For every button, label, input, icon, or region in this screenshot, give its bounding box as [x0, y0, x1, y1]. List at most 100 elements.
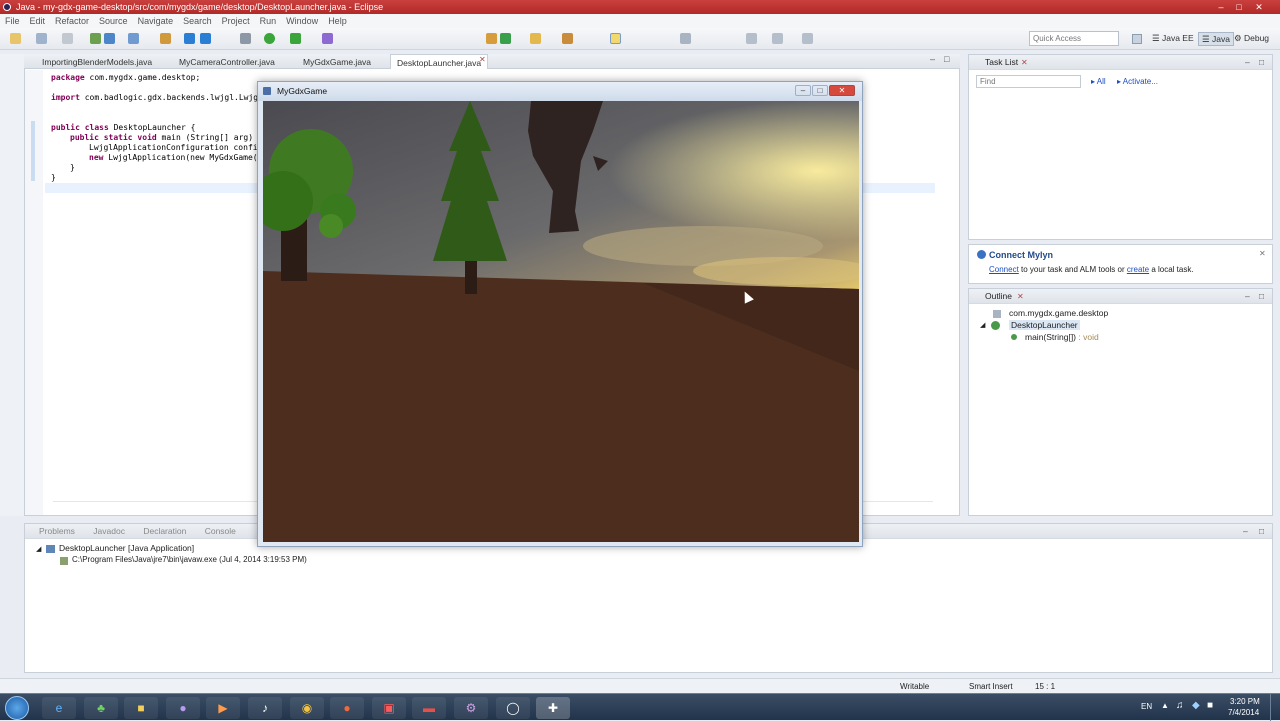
obs-icon[interactable]: ◯: [496, 697, 530, 719]
tab-javadoc[interactable]: Javadoc: [85, 526, 133, 536]
refresh-icon[interactable]: [184, 33, 195, 44]
sync-icon[interactable]: [200, 33, 211, 44]
close-mylyn-icon[interactable]: ✕: [1259, 249, 1266, 258]
menu-project[interactable]: Project: [217, 14, 255, 28]
task-find-input[interactable]: Find: [976, 75, 1081, 88]
volume-icon[interactable]: ♫: [1176, 700, 1184, 711]
media-player-icon[interactable]: ▶: [206, 697, 240, 719]
outline-package[interactable]: com.mygdx.game.desktop: [1009, 308, 1108, 318]
tab-my-camera-controller[interactable]: MyCameraController.java: [179, 56, 275, 68]
tab-importing-blender-models[interactable]: ImportingBlenderModels.java: [42, 56, 152, 68]
pin-icon[interactable]: [802, 33, 813, 44]
file-explorer-icon[interactable]: ■: [124, 697, 158, 719]
clover-icon[interactable]: ♣: [84, 697, 118, 719]
activate-link[interactable]: ▸ Activate...: [1117, 77, 1158, 86]
new-icon[interactable]: [10, 33, 21, 44]
edit-icon[interactable]: [562, 33, 573, 44]
highlight-icon[interactable]: [610, 33, 621, 44]
clock-time[interactable]: 3:20 PM: [1230, 697, 1260, 706]
menu-refactor[interactable]: Refactor: [50, 14, 94, 28]
game-close-button[interactable]: ✕: [829, 85, 855, 96]
game-viewport[interactable]: [263, 101, 859, 542]
calendar-app-icon[interactable]: ▣: [372, 697, 406, 719]
game-minimize-button[interactable]: –: [795, 85, 811, 96]
maximize-editor-icon[interactable]: □: [944, 54, 949, 64]
package-icon[interactable]: [104, 33, 115, 44]
connect-link[interactable]: Connect: [989, 265, 1019, 274]
run-icon[interactable]: [264, 33, 275, 44]
show-desktop-button[interactable]: [1270, 694, 1280, 721]
back-icon[interactable]: [746, 33, 757, 44]
game-window-titlebar[interactable]: MyGdxGame – □ ✕: [258, 82, 862, 101]
menu-run[interactable]: Run: [255, 14, 282, 28]
search-icon[interactable]: [160, 33, 171, 44]
debug-icon[interactable]: [90, 33, 101, 44]
menu-window[interactable]: Window: [281, 14, 323, 28]
language-indicator[interactable]: EN: [1141, 702, 1152, 711]
tray-icon[interactable]: ■: [1207, 700, 1213, 711]
audio-app-icon[interactable]: ♪: [248, 697, 282, 719]
menu-edit[interactable]: Edit: [25, 14, 51, 28]
minimize-panel-icon[interactable]: –: [1245, 55, 1250, 70]
maximize-outline-icon[interactable]: □: [1259, 289, 1264, 304]
quick-access-input[interactable]: Quick Access: [1029, 31, 1119, 46]
settings-icon[interactable]: [240, 33, 251, 44]
menu-help[interactable]: Help: [323, 14, 352, 28]
tab-desktop-launcher[interactable]: DesktopLauncher.java: [390, 54, 489, 69]
annotation-icon[interactable]: [680, 33, 691, 44]
perspective-java-ee[interactable]: ☰ Java EE: [1152, 32, 1194, 44]
process-name[interactable]: DesktopLauncher [Java Application]: [59, 543, 194, 553]
eclipse-taskbar-icon[interactable]: ●: [166, 697, 200, 719]
save-icon[interactable]: [36, 33, 47, 44]
process-path[interactable]: C:\Program Files\Java\jre7\bin\javaw.exe…: [72, 555, 307, 564]
tab-console[interactable]: Console: [197, 526, 244, 536]
maximize-console-icon[interactable]: □: [1259, 524, 1264, 539]
task-list-title[interactable]: Task List: [985, 57, 1018, 67]
tray-arrow-icon[interactable]: ▲: [1161, 701, 1169, 710]
minimize-outline-icon[interactable]: –: [1245, 289, 1250, 304]
game-app-icon[interactable]: ✚: [536, 697, 570, 719]
perspective-java[interactable]: ☰ Java: [1198, 32, 1234, 46]
tree-expand-icon[interactable]: ◢: [36, 545, 41, 553]
forward-icon[interactable]: [772, 33, 783, 44]
step-icon[interactable]: [486, 33, 497, 44]
game-window[interactable]: MyGdxGame – □ ✕: [257, 81, 863, 547]
tab-declaration[interactable]: Declaration: [135, 526, 194, 536]
close-task-list-icon[interactable]: ✕: [1021, 55, 1028, 70]
perspective-debug[interactable]: ⚙ Debug: [1234, 32, 1269, 44]
create-link[interactable]: create: [1127, 265, 1149, 274]
open-type-icon[interactable]: [500, 33, 511, 44]
tab-my-gdx-game[interactable]: MyGdxGame.java: [303, 56, 371, 68]
minimize-editor-icon[interactable]: –: [930, 54, 935, 64]
close-tab-icon[interactable]: ✕: [479, 55, 486, 64]
menu-navigate[interactable]: Navigate: [133, 14, 179, 28]
maximize-window-button[interactable]: □: [1230, 0, 1248, 14]
outline-method[interactable]: main(String[]) : void: [1025, 332, 1099, 342]
folder-app-icon[interactable]: ▬: [412, 697, 446, 719]
folder-icon[interactable]: [530, 33, 541, 44]
wand-icon[interactable]: [322, 33, 333, 44]
clock-date[interactable]: 7/4/2014: [1228, 708, 1259, 717]
start-button-icon[interactable]: [5, 696, 29, 720]
close-outline-icon[interactable]: ✕: [1017, 289, 1024, 304]
game-maximize-button[interactable]: □: [812, 85, 828, 96]
menu-file[interactable]: File: [0, 14, 25, 28]
tab-problems[interactable]: Problems: [29, 526, 83, 536]
task-icon[interactable]: [128, 33, 139, 44]
network-icon[interactable]: ◆: [1192, 700, 1200, 711]
external-tools-icon[interactable]: [290, 33, 301, 44]
minimize-window-button[interactable]: –: [1212, 0, 1230, 14]
menu-search[interactable]: Search: [178, 14, 217, 28]
outline-class[interactable]: DesktopLauncher: [1009, 320, 1080, 330]
expand-icon[interactable]: ◢: [980, 321, 985, 329]
internet-explorer-icon[interactable]: e: [42, 697, 76, 719]
all-filter-link[interactable]: ▸ All: [1091, 77, 1106, 86]
minimize-console-icon[interactable]: –: [1243, 524, 1248, 539]
chrome-icon[interactable]: ◉: [290, 697, 324, 719]
outline-title[interactable]: Outline: [985, 291, 1012, 301]
close-window-button[interactable]: ✕: [1250, 0, 1268, 14]
maximize-panel-icon[interactable]: □: [1259, 55, 1264, 70]
menu-source[interactable]: Source: [94, 14, 133, 28]
recorder-icon[interactable]: ●: [330, 697, 364, 719]
open-perspective-icon[interactable]: [1132, 34, 1142, 44]
